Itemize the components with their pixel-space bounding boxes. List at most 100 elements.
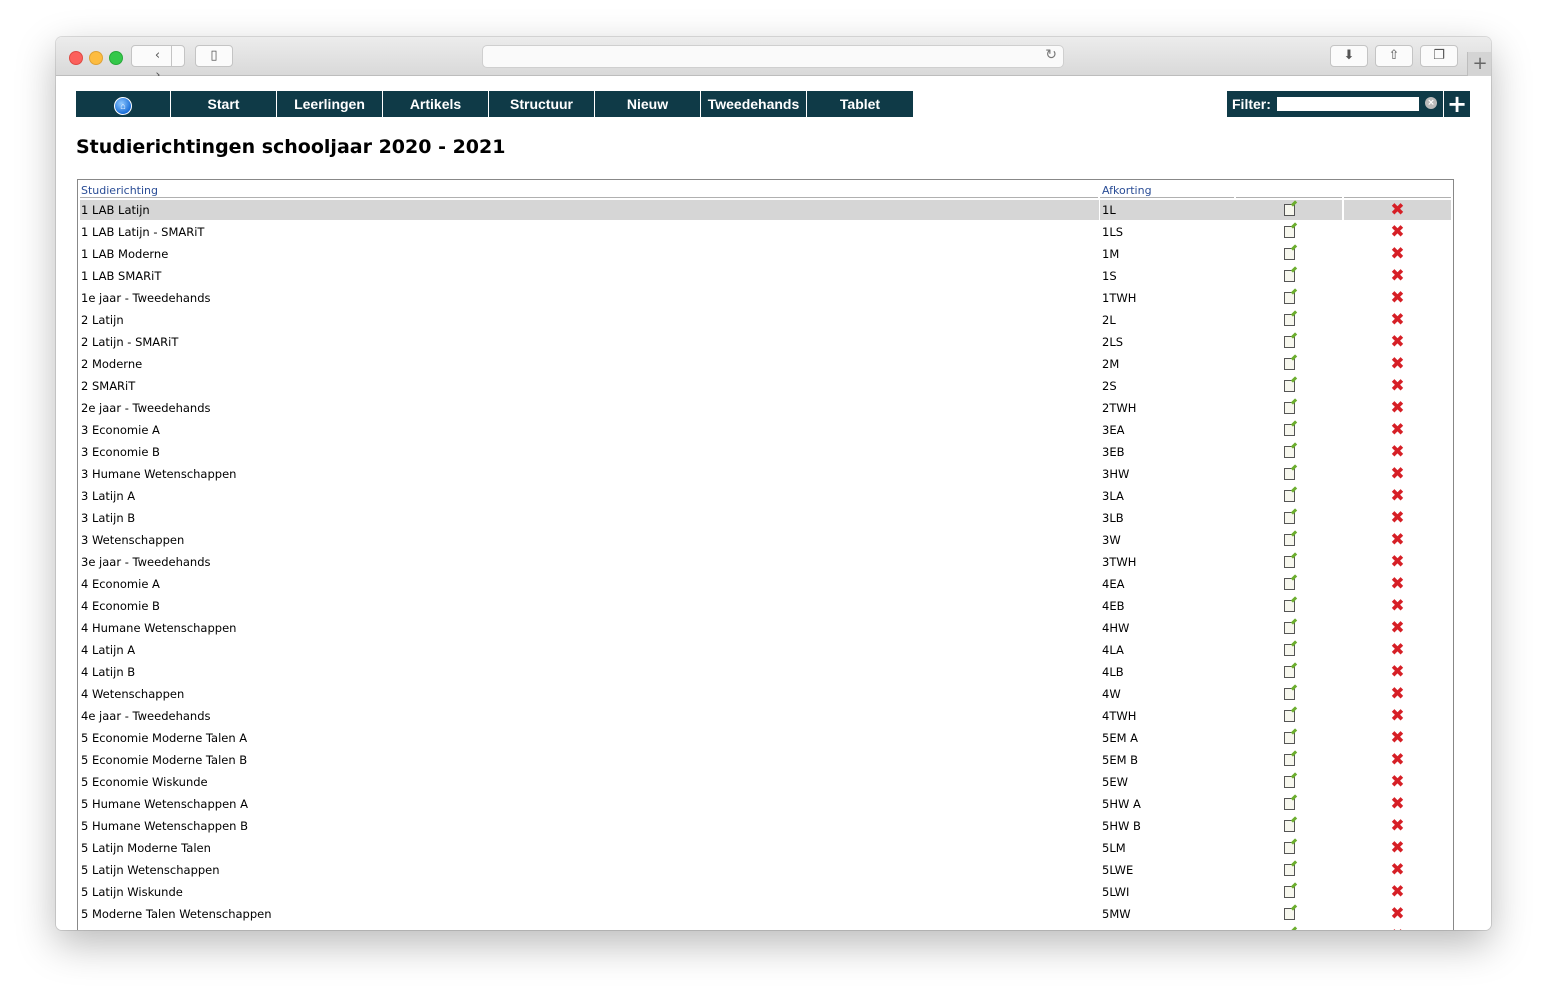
table-row[interactable]: 4 Wetenschappen 4W ✖ [78, 683, 1453, 705]
back-icon[interactable]: ‹ [145, 46, 171, 66]
table-row[interactable]: 1 LAB Moderne 1M ✖ [78, 243, 1453, 265]
edit-icon[interactable] [1283, 204, 1295, 216]
edit-icon[interactable] [1283, 578, 1295, 590]
edit-icon[interactable] [1283, 622, 1295, 634]
edit-icon[interactable] [1283, 402, 1295, 414]
delete-icon[interactable]: ✖ [1390, 618, 1404, 638]
delete-icon[interactable]: ✖ [1390, 354, 1404, 374]
table-row[interactable]: 1 LAB Latijn - SMARiT 1LS ✖ [78, 221, 1453, 243]
edit-icon[interactable] [1283, 358, 1295, 370]
table-row[interactable]: 5 Economie Wiskunde 5EW ✖ [78, 771, 1453, 793]
table-row[interactable]: 2 Moderne 2M ✖ [78, 353, 1453, 375]
add-button[interactable]: + [1444, 91, 1470, 117]
edit-icon[interactable] [1283, 292, 1295, 304]
delete-icon[interactable]: ✖ [1390, 794, 1404, 814]
delete-icon[interactable]: ✖ [1390, 552, 1404, 572]
delete-icon[interactable]: ✖ [1390, 442, 1404, 462]
table-row[interactable]: 4 Latijn A 4LA ✖ [78, 639, 1453, 661]
filter-input[interactable] [1277, 97, 1419, 111]
table-row[interactable]: 2 Latijn 2L ✖ [78, 309, 1453, 331]
table-row[interactable]: 2 SMARiT 2S ✖ [78, 375, 1453, 397]
delete-icon[interactable]: ✖ [1390, 706, 1404, 726]
table-row[interactable]: 3 Latijn B 3LB ✖ [78, 507, 1453, 529]
table-row[interactable]: 4e jaar - Tweedehands 4TWH ✖ [78, 705, 1453, 727]
edit-icon[interactable] [1283, 248, 1295, 260]
table-row[interactable]: 1e jaar - Tweedehands 1TWH ✖ [78, 287, 1453, 309]
edit-icon[interactable] [1283, 600, 1295, 612]
downloads-button[interactable]: ⬇ [1330, 45, 1368, 67]
edit-icon[interactable] [1283, 842, 1295, 854]
edit-icon[interactable] [1283, 270, 1295, 282]
edit-icon[interactable] [1283, 226, 1295, 238]
tabs-overview-button[interactable]: ❐ [1420, 45, 1458, 67]
table-row[interactable]: 3e jaar - Tweedehands 3TWH ✖ [78, 551, 1453, 573]
delete-icon[interactable]: ✖ [1390, 596, 1404, 616]
table-row[interactable]: 2 Latijn - SMARiT 2LS ✖ [78, 331, 1453, 353]
edit-icon[interactable] [1283, 424, 1295, 436]
delete-icon[interactable]: ✖ [1390, 662, 1404, 682]
delete-icon[interactable]: ✖ [1390, 310, 1404, 330]
edit-icon[interactable] [1283, 776, 1295, 788]
close-window-button[interactable] [69, 51, 83, 65]
edit-icon[interactable] [1283, 864, 1295, 876]
delete-icon[interactable]: ✖ [1390, 684, 1404, 704]
delete-icon[interactable]: ✖ [1390, 772, 1404, 792]
new-tab-button[interactable]: + [1467, 52, 1491, 76]
edit-icon[interactable] [1283, 820, 1295, 832]
delete-icon[interactable]: ✖ [1390, 926, 1404, 930]
delete-icon[interactable]: ✖ [1390, 486, 1404, 506]
edit-icon[interactable] [1283, 666, 1295, 678]
table-row[interactable]: 3 Humane Wetenschappen 3HW ✖ [78, 463, 1453, 485]
edit-icon[interactable] [1283, 468, 1295, 480]
delete-icon[interactable]: ✖ [1390, 508, 1404, 528]
edit-icon[interactable] [1283, 534, 1295, 546]
table-row[interactable]: 2e jaar - Tweedehands 2TWH ✖ [78, 397, 1453, 419]
table-row[interactable]: 1 LAB SMARiT 1S ✖ [78, 265, 1453, 287]
delete-icon[interactable]: ✖ [1390, 376, 1404, 396]
sidebar-toggle-button[interactable]: ▯ [195, 45, 233, 67]
delete-icon[interactable]: ✖ [1390, 464, 1404, 484]
delete-icon[interactable]: ✖ [1390, 200, 1404, 220]
edit-icon[interactable] [1283, 688, 1295, 700]
address-bar[interactable]: ↻ [482, 45, 1064, 68]
table-row[interactable]: 5 Humane Wetenschappen B 5HW B ✖ [78, 815, 1453, 837]
table-row[interactable]: 3 Economie B 3EB ✖ [78, 441, 1453, 463]
table-row[interactable]: 3 Wetenschappen 3W ✖ [78, 529, 1453, 551]
table-row[interactable]: 4 Latijn B 4LB ✖ [78, 661, 1453, 683]
table-row[interactable]: 5 Latijn Wetenschappen 5LWE ✖ [78, 859, 1453, 881]
edit-icon[interactable] [1283, 754, 1295, 766]
table-row[interactable]: 5 Economie Moderne Talen A 5EM A ✖ [78, 727, 1453, 749]
table-row[interactable]: 3 Economie A 3EA ✖ [78, 419, 1453, 441]
delete-icon[interactable]: ✖ [1390, 640, 1404, 660]
delete-icon[interactable]: ✖ [1390, 882, 1404, 902]
edit-icon[interactable] [1283, 490, 1295, 502]
delete-icon[interactable]: ✖ [1390, 860, 1404, 880]
menu-item-home[interactable]: ⌂ [76, 91, 171, 117]
table-row[interactable]: 1 LAB Latijn 1L ✖ [78, 199, 1453, 221]
edit-icon[interactable] [1283, 710, 1295, 722]
share-button[interactable]: ⇧ [1375, 45, 1413, 67]
menu-item-tablet[interactable]: Tablet [807, 91, 913, 117]
menu-item-leerlingen[interactable]: Leerlingen [277, 91, 383, 117]
column-header-studierichting[interactable]: Studierichting [81, 184, 158, 197]
edit-icon[interactable] [1283, 512, 1295, 524]
delete-icon[interactable]: ✖ [1390, 574, 1404, 594]
delete-icon[interactable]: ✖ [1390, 332, 1404, 352]
edit-icon[interactable] [1283, 556, 1295, 568]
edit-icon[interactable] [1283, 380, 1295, 392]
reload-icon[interactable]: ↻ [1045, 47, 1057, 63]
delete-icon[interactable]: ✖ [1390, 420, 1404, 440]
edit-icon[interactable] [1283, 336, 1295, 348]
column-header-afkorting[interactable]: Afkorting [1102, 184, 1152, 197]
table-row[interactable]: 3 Latijn A 3LA ✖ [78, 485, 1453, 507]
edit-icon[interactable] [1283, 314, 1295, 326]
edit-icon[interactable] [1283, 908, 1295, 920]
menu-item-tweedehands[interactable]: Tweedehands [701, 91, 807, 117]
menu-item-nieuw[interactable]: Nieuw [595, 91, 701, 117]
delete-icon[interactable]: ✖ [1390, 816, 1404, 836]
delete-icon[interactable]: ✖ [1390, 728, 1404, 748]
menu-item-artikels[interactable]: Artikels [383, 91, 489, 117]
delete-icon[interactable]: ✖ [1390, 904, 1404, 924]
table-row[interactable]: 4 Humane Wetenschappen 4HW ✖ [78, 617, 1453, 639]
delete-icon[interactable]: ✖ [1390, 398, 1404, 418]
